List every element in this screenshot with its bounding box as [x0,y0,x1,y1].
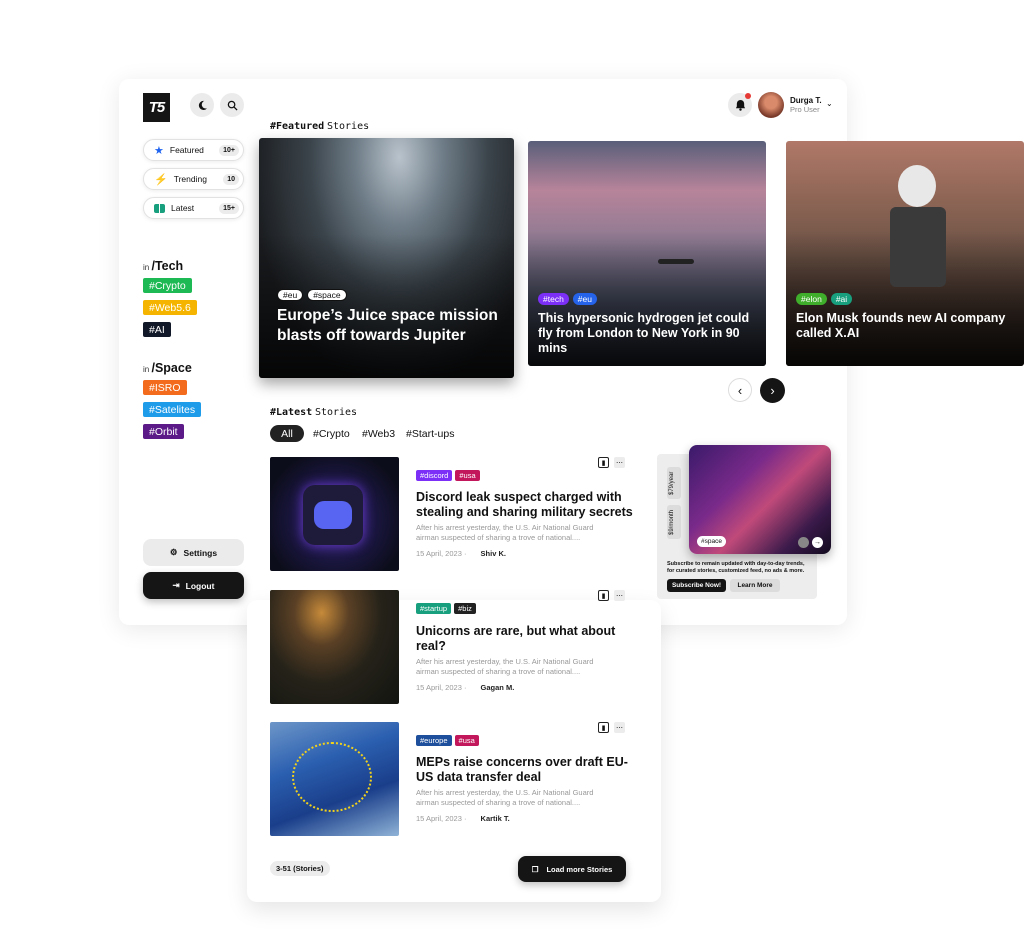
story-tag[interactable]: #discord [416,470,453,481]
load-more-button[interactable]: ❐ Load more Stories [518,856,626,882]
more-icon[interactable]: ⋯ [614,722,625,733]
story-tag[interactable]: #ai [830,293,853,305]
filter-startups[interactable]: #Start-ups [406,425,454,442]
story-tag[interactable]: #startup [416,603,452,614]
tag-ai[interactable]: #AI [143,322,171,337]
story-thumbnail[interactable] [270,457,399,571]
grid-icon [154,203,165,213]
story-description: After his arrest yesterday, the U.S. Air… [416,523,594,542]
settings-icon: ⚙ [169,547,178,557]
user-role: Pro User [790,105,820,114]
story-tag[interactable]: #biz [454,603,476,614]
search-icon[interactable] [220,93,244,117]
tag-orbit[interactable]: #Orbit [143,424,184,439]
discord-icon [303,485,363,545]
price-year-tab[interactable]: $79/year [667,467,681,499]
featured-heading: #Featured Stories [270,121,370,132]
tag-isro[interactable]: #ISRO [143,380,187,395]
latest-heading: #Latest Stories [270,407,358,418]
featured-card[interactable]: #elon #ai Elon Musk founds new AI company… [786,141,1024,366]
story-meta: 15 April, 2023 · Shiv K. [416,549,506,558]
chevron-right-icon[interactable]: › [760,378,785,403]
story-tag[interactable]: #tech [538,293,569,305]
plane-shape [658,259,694,264]
section-tech: in /Tech [143,259,184,273]
story-tag[interactable]: #elon [796,293,827,305]
story-tag[interactable]: #usa [454,735,479,746]
story-description: After his arrest yesterday, the U.S. Air… [416,657,594,676]
featured-card[interactable]: #tech #eu This hypersonic hydrogen jet co… [528,141,766,366]
chevron-down-icon[interactable]: ⌄ [826,99,833,108]
story-tag[interactable]: #space [307,289,347,301]
stack-icon: ❐ [531,864,539,874]
arrow-right-icon[interactable]: → [812,537,823,548]
promo-text: Subscribe to remain updated with day-to-… [667,561,805,574]
filter-all[interactable]: All [270,425,304,442]
eu-stars-shape [292,742,372,812]
filter-web3[interactable]: #Web3 [362,425,395,442]
nav-trending[interactable]: ⚡ Trending 10 [143,168,244,190]
promo-image: #space → [689,445,831,554]
learn-more-button[interactable]: Learn More [730,579,780,592]
story-tag[interactable]: #eu [572,293,597,305]
nav-label: Trending [173,174,207,184]
tag-web[interactable]: #Web5.6 [143,300,197,315]
logout-icon: ⇥ [172,580,180,590]
nav-label: Featured [169,145,204,155]
notification-dot [745,93,751,99]
logout-label: Logout [185,580,215,591]
story-title[interactable]: Discord leak suspect charged with steali… [416,490,634,520]
story-description: After his arrest yesterday, the U.S. Air… [416,788,594,807]
app-logo[interactable]: T5 [143,93,170,122]
featured-card[interactable]: #eu #space Europe’s Juice space mission b… [259,138,514,378]
nav-featured[interactable]: ★ Featured 10+ [143,139,244,161]
story-meta: 15 April, 2023 · Gagan M. [416,683,515,692]
logout-button[interactable]: ⇥ Logout [143,572,244,599]
story-title[interactable]: MEPs raise concerns over draft EU-US dat… [416,755,634,785]
story-title[interactable]: Unicorns are rare, but what about real? [416,624,634,654]
chevron-left-icon[interactable]: ‹ [728,378,752,402]
dark-mode-icon[interactable] [190,93,214,117]
avatar[interactable] [758,92,784,118]
nav-count: 15+ [219,202,239,214]
more-icon[interactable]: ⋯ [614,457,625,468]
nav-latest[interactable]: Latest 15+ [143,197,244,219]
robot-head-shape [898,165,936,207]
story-tag[interactable]: #europe [416,735,452,746]
nav-count: 10+ [219,144,239,156]
section-space: in /Space [143,361,192,375]
star-icon: ★ [154,144,164,157]
robot-body-shape [890,207,946,287]
bookmark-icon[interactable]: ▮ [598,590,609,601]
story-range: 3-51 (Stories) [270,861,330,876]
tag-satelites[interactable]: #Satelites [143,402,202,417]
filter-crypto[interactable]: #Crypto [313,425,350,442]
story-thumbnail[interactable] [270,590,399,704]
story-meta: 15 April, 2023 · Kartik T. [416,814,510,823]
subscribe-button[interactable]: Subscribe Now! [667,579,726,592]
bookmark-icon[interactable]: ▮ [598,457,609,468]
promo-tag[interactable]: #space [697,536,726,547]
settings-button[interactable]: ⚙ Settings [143,539,244,566]
featured-title[interactable]: Europe’s Juice space mission blasts off … [277,306,502,346]
story-thumbnail[interactable] [270,722,399,836]
price-month-tab[interactable]: $9/month [667,505,681,539]
settings-label: Settings [183,547,218,558]
story-tag[interactable]: #eu [277,289,304,301]
nav-count: 10 [223,173,239,185]
chevron-left-icon[interactable] [798,537,809,548]
featured-title[interactable]: Elon Musk founds new AI company called X… [796,311,1018,341]
nav-label: Latest [171,203,195,213]
more-icon[interactable]: ⋯ [614,590,625,601]
user-name[interactable]: Durga T. [790,96,822,105]
story-tag[interactable]: #usa [455,470,480,481]
tag-crypto[interactable]: #Crypto [143,278,192,293]
lightning-icon: ⚡ [154,173,168,186]
bookmark-icon[interactable]: ▮ [598,722,609,733]
featured-title[interactable]: This hypersonic hydrogen jet could fly f… [538,311,760,356]
